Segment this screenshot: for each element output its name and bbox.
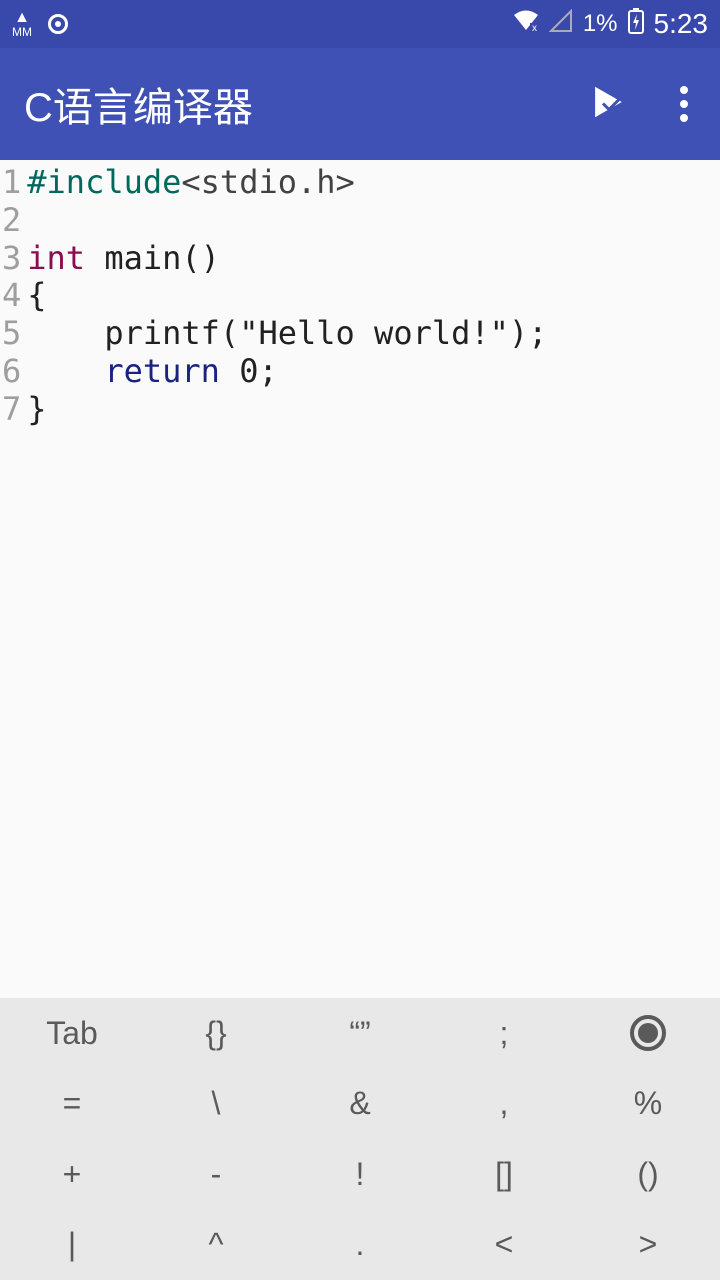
key-quotes[interactable]: “”	[288, 998, 432, 1069]
gutter: 1 2 3 4 5 6 7	[0, 164, 27, 998]
key-comma[interactable]: ,	[432, 1069, 576, 1140]
key-tab[interactable]: Tab	[0, 998, 144, 1069]
symbol-keyboard: Tab {} “” ; = \ & , % + - ! [] () | ^ . …	[0, 998, 720, 1280]
key-ampersand[interactable]: &	[288, 1069, 432, 1140]
key-bang[interactable]: !	[288, 1139, 432, 1210]
clock: 5:23	[654, 8, 709, 40]
battery-charging-icon	[628, 8, 644, 41]
key-brackets[interactable]: []	[432, 1139, 576, 1210]
app-bar: C语言编译器	[0, 48, 720, 160]
wifi-icon: x	[513, 10, 539, 39]
key-semicolon[interactable]: ;	[432, 998, 576, 1069]
key-cursor-icon[interactable]	[576, 998, 720, 1069]
line-number: 7	[2, 391, 21, 429]
key-equals[interactable]: =	[0, 1069, 144, 1140]
line-number: 2	[2, 202, 21, 240]
record-icon	[48, 14, 68, 34]
key-parens[interactable]: ()	[576, 1139, 720, 1210]
svg-text:x: x	[532, 23, 537, 32]
key-plus[interactable]: +	[0, 1139, 144, 1210]
status-bar: ▲ MM x 1% 5:23	[0, 0, 720, 48]
line-number: 5	[2, 315, 21, 353]
line-number: 1	[2, 164, 21, 202]
battery-pct: 1%	[583, 10, 618, 38]
key-gt[interactable]: >	[576, 1210, 720, 1280]
mm-icon: ▲ MM	[12, 10, 32, 38]
key-minus[interactable]: -	[144, 1139, 288, 1210]
key-dot[interactable]: .	[288, 1210, 432, 1280]
key-percent[interactable]: %	[576, 1069, 720, 1140]
more-menu-icon[interactable]	[672, 86, 696, 122]
key-pipe[interactable]: |	[0, 1210, 144, 1280]
line-number: 6	[2, 353, 21, 391]
app-title: C语言编译器	[24, 75, 253, 133]
key-braces[interactable]: {}	[144, 998, 288, 1069]
cell-icon	[549, 9, 573, 40]
line-number: 3	[2, 240, 21, 278]
key-caret[interactable]: ^	[144, 1210, 288, 1280]
key-lt[interactable]: <	[432, 1210, 576, 1280]
key-backslash[interactable]: \	[144, 1069, 288, 1140]
code-area[interactable]: #include<stdio.h> int main(){ printf("He…	[27, 164, 547, 998]
code-editor[interactable]: 1 2 3 4 5 6 7 #include<stdio.h> int main…	[0, 160, 720, 998]
run-button[interactable]	[588, 84, 624, 125]
line-number: 4	[2, 277, 21, 315]
